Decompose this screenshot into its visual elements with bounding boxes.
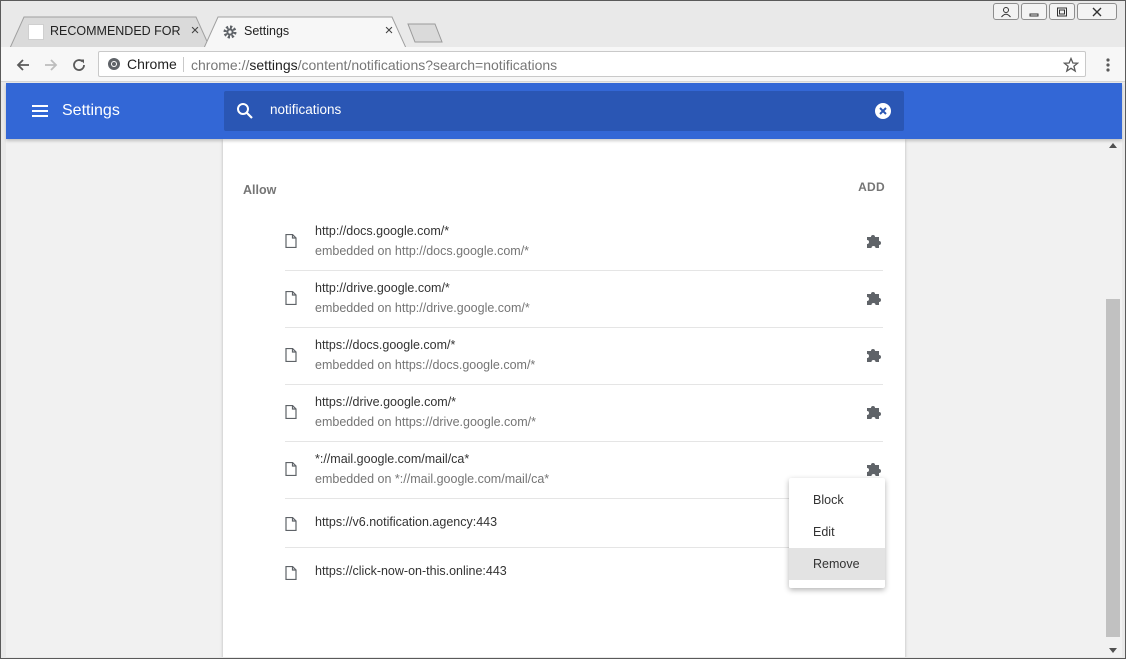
more-menu-icon[interactable]	[1105, 57, 1111, 73]
search-icon	[237, 103, 253, 119]
url-text[interactable]: chrome://settings/content/notifications?…	[191, 57, 557, 73]
site-embedded-origin: embedded on http://drive.google.com/*	[315, 301, 530, 315]
document-icon	[285, 461, 297, 477]
puzzle-extension-icon[interactable]	[865, 232, 883, 250]
scrollbar-thumb[interactable]	[1106, 299, 1120, 637]
hamburger-menu-icon[interactable]	[30, 101, 50, 121]
arrow-left-icon	[16, 59, 29, 71]
clear-search-icon[interactable]	[874, 102, 892, 120]
site-origin: *://mail.google.com/mail/ca*	[315, 452, 470, 466]
site-origin: http://docs.google.com/*	[315, 224, 450, 238]
site-embedded-origin: embedded on https://docs.google.com/*	[315, 358, 536, 372]
reload-button[interactable]	[67, 53, 91, 77]
settings-page: Allow ADD http://docs.google.com/* embedd…	[6, 139, 1122, 657]
menu-item-edit[interactable]: Edit	[789, 516, 885, 548]
tab-title: RECOMMENDED FOR YO	[50, 24, 182, 38]
close-icon	[1092, 7, 1102, 16]
tab-title: Settings	[244, 24, 290, 38]
site-origin: https://drive.google.com/*	[315, 395, 457, 409]
site-list-item: http://drive.google.com/* embedded on htt…	[285, 271, 883, 328]
site-list-item: https://drive.google.com/* embedded on ht…	[285, 385, 883, 442]
puzzle-extension-icon[interactable]	[865, 289, 883, 307]
forward-button[interactable]	[39, 53, 63, 77]
site-chip[interactable]: Chrome	[107, 56, 177, 72]
window-controls	[993, 3, 1117, 21]
blank-page-favicon-icon	[28, 24, 44, 40]
restore-icon	[1057, 7, 1067, 16]
document-icon	[285, 516, 297, 532]
site-origin: https://v6.notification.agency:443	[315, 515, 498, 529]
tab-recommended[interactable]: RECOMMENDED FOR YO ×	[10, 16, 210, 48]
document-icon	[285, 347, 297, 363]
site-origin: http://drive.google.com/*	[315, 281, 450, 295]
menu-item-remove[interactable]: Remove	[789, 548, 885, 580]
site-chip-label: Chrome	[127, 56, 177, 72]
add-button[interactable]: ADD	[858, 180, 885, 194]
site-embedded-origin: embedded on https://drive.google.com/*	[315, 415, 536, 429]
profile-button[interactable]	[993, 3, 1019, 20]
scroll-down-arrow-icon[interactable]	[1109, 648, 1117, 653]
divider	[183, 57, 184, 72]
address-bar[interactable]: Chrome chrome://settings/content/notific…	[98, 51, 1086, 77]
url-scheme: chrome://	[191, 57, 250, 73]
site-origin: https://docs.google.com/*	[315, 338, 456, 352]
allow-section-heading: Allow	[243, 183, 277, 197]
arrow-right-icon	[45, 59, 58, 71]
minimize-icon	[1029, 13, 1039, 16]
gear-icon	[223, 25, 237, 39]
document-icon	[285, 565, 297, 581]
settings-header: Settings notifications	[6, 83, 1122, 139]
settings-search-bar[interactable]: notifications	[224, 91, 904, 131]
tab-strip: RECOMMENDED FOR YO × Settings ×	[1, 1, 1125, 48]
reload-icon	[73, 59, 85, 71]
url-path: /content/notifications?search=notificati…	[297, 57, 558, 73]
puzzle-extension-icon[interactable]	[865, 346, 883, 364]
new-tab-button[interactable]	[407, 23, 443, 43]
site-list-item: http://docs.google.com/* embedded on http…	[285, 214, 883, 271]
url-host: settings	[249, 57, 298, 73]
scroll-up-arrow-icon[interactable]	[1109, 143, 1117, 148]
minimize-button[interactable]	[1021, 3, 1047, 20]
close-window-button[interactable]	[1077, 3, 1117, 20]
menu-item-block[interactable]: Block	[789, 484, 885, 516]
tab-settings[interactable]: Settings ×	[204, 16, 406, 48]
site-list-item: https://docs.google.com/* embedded on htt…	[285, 328, 883, 385]
site-embedded-origin: embedded on *://mail.google.com/mail/ca*	[315, 472, 550, 486]
site-embedded-origin: embedded on http://docs.google.com/*	[315, 244, 530, 258]
browser-toolbar: Chrome chrome://settings/content/notific…	[1, 47, 1125, 82]
search-input[interactable]: notifications	[270, 102, 341, 117]
close-tab-icon[interactable]: ×	[188, 23, 202, 38]
back-button[interactable]	[11, 53, 35, 77]
scrollbar[interactable]	[1105, 139, 1122, 657]
puzzle-extension-icon[interactable]	[865, 403, 883, 421]
browser-window: RECOMMENDED FOR YO × Settings ×	[0, 0, 1126, 659]
document-icon	[285, 290, 297, 306]
site-origin: https://click-now-on-this.online:443	[315, 564, 507, 578]
page-title: Settings	[62, 102, 120, 119]
document-icon	[285, 404, 297, 420]
site-actions-menu: Block Edit Remove	[789, 478, 885, 588]
chrome-logo-icon	[108, 58, 120, 70]
star-bookmark-icon[interactable]	[1063, 57, 1079, 73]
puzzle-extension-icon[interactable]	[865, 460, 883, 478]
document-icon	[285, 233, 297, 249]
close-tab-icon[interactable]: ×	[382, 23, 396, 38]
person-icon	[1001, 6, 1011, 17]
restore-button[interactable]	[1049, 3, 1075, 20]
